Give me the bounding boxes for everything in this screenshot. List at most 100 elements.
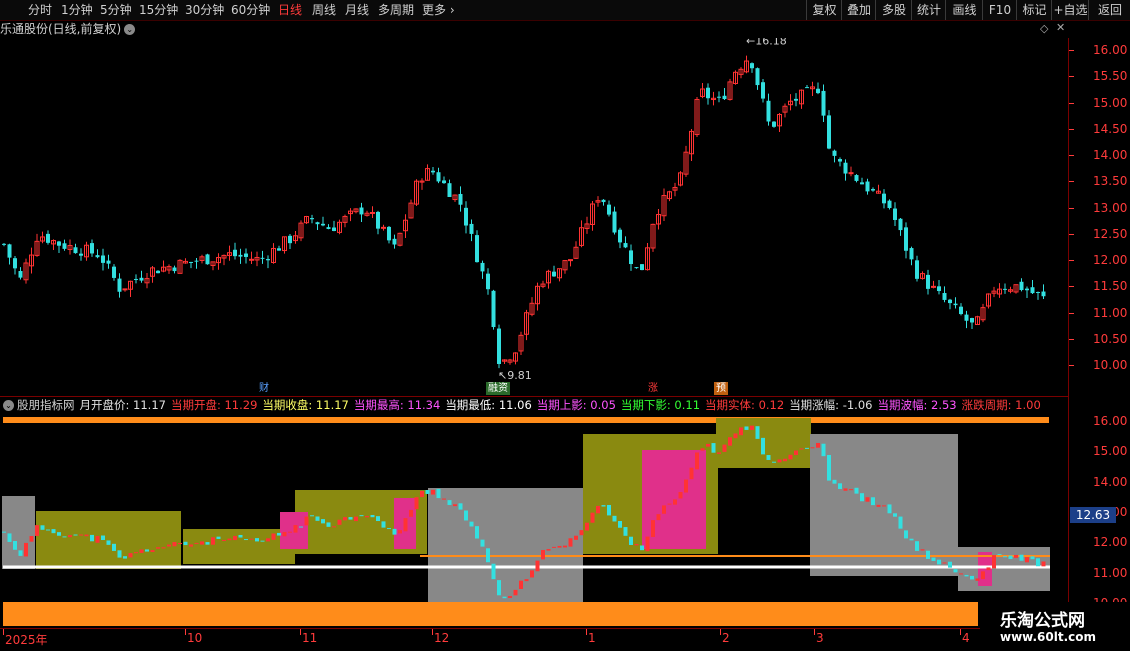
period-8[interactable]: 月线 [345,1,369,19]
candle-body [1041,291,1046,297]
period-9[interactable]: 多周期 [378,1,414,19]
period-7[interactable]: 周线 [312,1,336,19]
indicator-candle [414,497,419,510]
toolbar-button-3[interactable]: 统计 [911,0,946,20]
indicator-candle [24,542,28,557]
candle-body [480,262,485,272]
candle-body [370,211,375,214]
toolbar-button-0[interactable]: 复权 [806,0,842,20]
indicator-candle [167,544,171,547]
candle-body [90,243,94,254]
indicator-candle [876,504,881,507]
date-label: 12 [434,631,450,645]
indicator-candle [970,575,974,580]
event-marker[interactable]: 涨 [646,382,660,395]
candle-body [568,259,573,262]
chevron-down-icon[interactable]: ⌄ [124,24,136,35]
indicator-tick: 12.00 [1093,535,1128,550]
indicator-candle [13,540,17,550]
indicator-candle [1008,555,1013,560]
candle-body [871,189,875,191]
event-marker[interactable]: 融资 [486,382,510,395]
toolbar-button-7[interactable]: +自选 [1051,0,1089,20]
toolbar-button-8[interactable]: 返回 [1088,0,1130,20]
toolbar-button-1[interactable]: 叠加 [841,0,876,20]
close-icon[interactable]: ✕ [1056,21,1065,34]
indicator-candle [931,557,936,561]
indicator-candle [887,504,892,514]
candle-body [431,170,435,173]
candle-body [326,227,331,229]
indicator-tick: 15.00 [1093,444,1128,459]
indicator-candle [288,531,292,533]
indicator-candle [299,526,303,528]
period-2[interactable]: 5分钟 [100,1,132,19]
toolbar-button-5[interactable]: F10 [982,0,1017,20]
event-marker[interactable]: 财 [257,382,271,395]
indicator-candle [590,512,595,523]
toolbar: 分时 1分钟 5分钟 15分钟 30分钟 60分钟 日线 周线 月线 多周期 更多 › 复权 叠加 多股统… [0,0,1130,21]
indicator-candle [321,519,325,524]
indicator-candle [860,493,864,502]
indicator-candle [57,532,61,536]
date-label: 4 [962,631,970,645]
candle-body [194,260,199,262]
candle-body [464,207,468,226]
toolbar-button-2[interactable]: 多股 [875,0,912,20]
candle-body [794,98,798,101]
period-1[interactable]: 1分钟 [61,1,93,19]
indicator-candle [904,530,908,539]
indicator-candle [717,452,721,454]
indicator-candle [568,538,573,547]
indicator-candle [1003,556,1007,558]
indicator-candle [211,537,215,545]
indicator-candle [271,533,276,540]
period-4[interactable]: 30分钟 [185,1,224,19]
period-10[interactable]: 更多 › [422,1,455,19]
period-3[interactable]: 15分钟 [139,1,178,19]
candle-body [1025,288,1029,291]
date-tick [185,629,186,635]
indicator-candle [915,541,919,551]
indicator-candle [937,559,941,565]
event-marker[interactable]: 预 [714,382,728,395]
candle-body [623,243,628,248]
candle-body [717,96,721,98]
indicator-candle [40,525,45,530]
date-tick [814,629,815,635]
candle-body [755,68,760,86]
indicator-candle [392,528,397,535]
candle-body [359,207,364,215]
candle-body [634,267,639,269]
indicator-item: 月开盘价: 11.17 [79,398,166,412]
indicator-candle [601,505,606,507]
diamond-icon[interactable]: ◇ [1040,22,1048,35]
indicator-candle [722,444,727,452]
indicator-candle [480,539,485,547]
toolbar-button-4[interactable]: 画线 [945,0,983,20]
candle-body [964,314,969,321]
period-0[interactable]: 分时 [28,1,52,19]
candle-body [57,241,61,246]
indicator-item: 股朋指标网 [17,398,75,412]
candle-body [552,271,556,277]
indicator-candle [310,515,314,517]
candle-body [249,258,254,261]
indicator-item: 当期涨幅: -1.06 [789,398,873,412]
indicator-candle [436,488,441,499]
chevron-down-icon[interactable]: ⌄ [3,400,14,411]
indicator-candle [640,545,644,551]
candle-body [612,211,617,233]
indicator-candle [871,497,875,506]
candle-body [1003,288,1007,290]
indicator-candle [678,492,683,499]
period-6[interactable]: 日线 [278,1,302,19]
indicator-candle [420,490,424,498]
toolbar-button-6[interactable]: 标记 [1016,0,1052,20]
period-5[interactable]: 60分钟 [231,1,270,19]
indicator-candle [629,536,633,546]
indicator-candle [442,498,446,500]
indicator-item: 涨跌周期: 1.00 [961,398,1041,412]
candle-body [238,254,243,257]
indicator-candle [684,479,688,493]
